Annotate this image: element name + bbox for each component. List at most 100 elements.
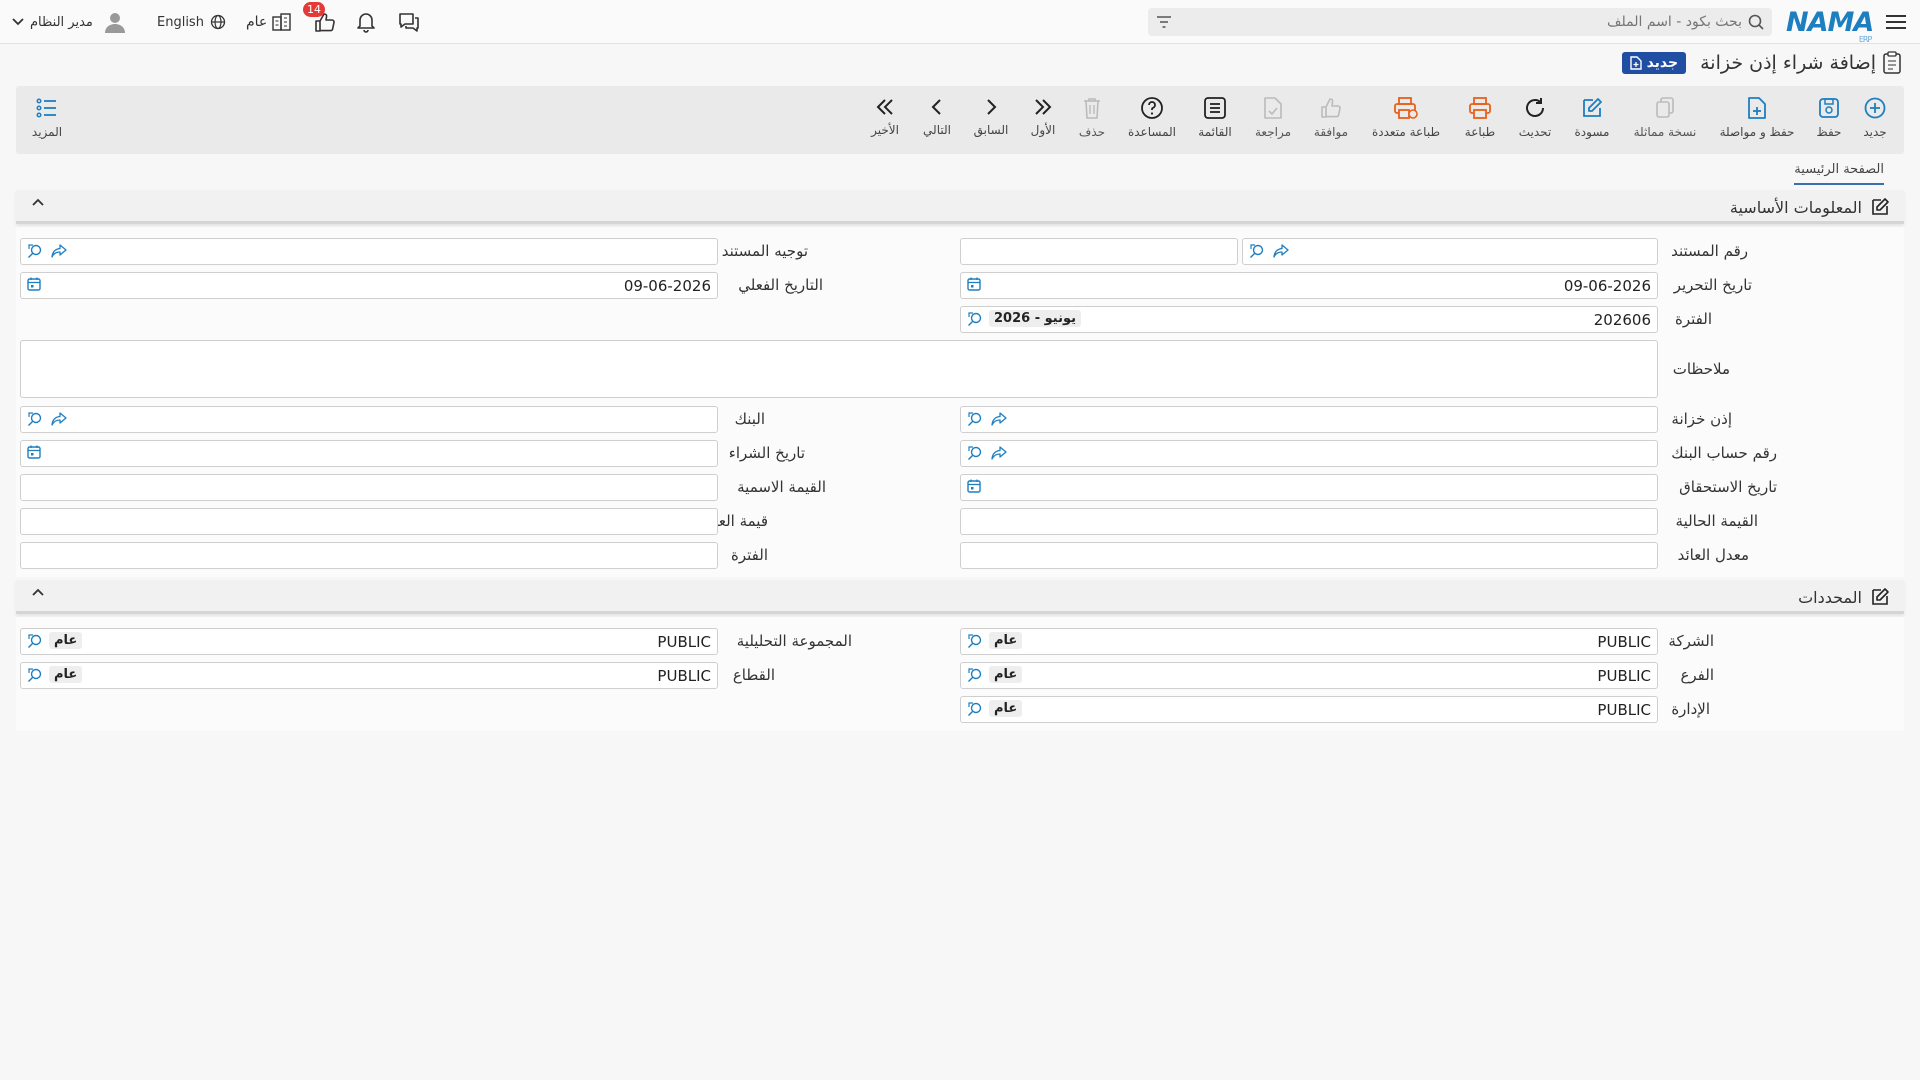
basic-info-header[interactable]: المعلومات الأساسية <box>16 190 1904 224</box>
branch-input[interactable]: PUBLIC عام <box>960 662 1658 689</box>
approvals-button[interactable]: 14 <box>303 0 336 44</box>
dimensions-header[interactable]: المحددات <box>16 580 1904 614</box>
company-tag: عام <box>989 632 1023 649</box>
calendar-icon[interactable] <box>27 445 41 459</box>
new-button-label: جديد <box>1863 125 1887 139</box>
previous-button[interactable]: السابق <box>961 96 1021 137</box>
share-icon[interactable] <box>991 446 1007 460</box>
filter-icon[interactable] <box>1156 15 1172 29</box>
calendar-icon[interactable] <box>27 277 41 291</box>
review-button[interactable]: مراجعة <box>1243 96 1303 139</box>
edit-date-value: 09-06-2026 <box>1563 277 1651 295</box>
more-button[interactable]: المزيد <box>17 96 77 139</box>
logo[interactable]: NAMA ERP <box>1786 0 1874 44</box>
share-icon[interactable] <box>51 412 67 426</box>
save-button[interactable]: حفظ <box>1799 96 1859 139</box>
doc-number-suffix-input[interactable] <box>960 238 1238 265</box>
purchase-date-input[interactable] <box>20 440 718 467</box>
notes-label: ملاحظات <box>1672 360 1730 378</box>
treasury-permit-input[interactable] <box>960 406 1658 433</box>
bank-input[interactable] <box>20 406 718 433</box>
multi-print-button[interactable]: طباعة متعددة <box>1372 96 1440 139</box>
sector-input[interactable]: PUBLIC عام <box>20 662 718 689</box>
department-value: PUBLIC <box>1597 701 1651 719</box>
share-icon[interactable] <box>1273 244 1289 258</box>
search-lookup-icon[interactable] <box>967 445 983 461</box>
term-input[interactable] <box>20 542 718 569</box>
file-plus-icon <box>1746 96 1768 120</box>
calendar-icon[interactable] <box>967 277 981 291</box>
list-bullets-icon <box>35 96 59 120</box>
review-button-label: مراجعة <box>1254 125 1292 139</box>
doc-number-input[interactable] <box>1242 238 1658 265</box>
menu-icon[interactable] <box>1884 0 1908 44</box>
company-value: PUBLIC <box>1597 633 1651 651</box>
help-icon <box>1140 96 1164 120</box>
yield-rate-input[interactable] <box>960 542 1658 569</box>
status-badge-label: جديد <box>1646 55 1679 71</box>
save-button-label: حفظ <box>1816 125 1842 139</box>
search-lookup-icon[interactable] <box>27 633 43 649</box>
present-value-input[interactable] <box>960 508 1658 535</box>
department-input[interactable]: PUBLIC عام <box>960 696 1658 723</box>
search-lookup-icon[interactable] <box>27 243 43 259</box>
search-lookup-icon[interactable] <box>967 633 983 649</box>
search-icon[interactable] <box>1748 14 1764 30</box>
yield-value-input[interactable] <box>20 508 718 535</box>
actual-date-input[interactable]: 09-06-2026 <box>20 272 718 299</box>
search-lookup-icon[interactable] <box>967 701 983 717</box>
save-icon <box>1817 96 1841 120</box>
search-lookup-icon[interactable] <box>967 311 983 327</box>
search-lookup-icon[interactable] <box>1249 243 1265 259</box>
search-lookup-icon[interactable] <box>27 411 43 427</box>
save-continue-button[interactable]: حفظ و مواصلة <box>1720 96 1794 139</box>
chevron-up-icon[interactable] <box>32 198 44 206</box>
tab-main[interactable]: الصفحة الرئيسية <box>1794 162 1884 185</box>
help-button[interactable]: المساعدة <box>1122 96 1182 139</box>
approve-button[interactable]: موافقة <box>1301 96 1361 139</box>
last-button[interactable]: الأخير <box>855 96 915 137</box>
user-menu[interactable]: مدير النظام <box>12 0 127 44</box>
period-tag: 2026 - يونيو <box>989 310 1082 327</box>
present-value-label: القيمة الحالية <box>1675 512 1758 530</box>
notes-textarea[interactable] <box>20 340 1658 398</box>
list-button[interactable]: القائمة <box>1185 96 1245 139</box>
share-icon[interactable] <box>51 244 67 258</box>
nominal-value-input[interactable] <box>20 474 718 501</box>
logo-subtext: ERP <box>1858 34 1872 44</box>
user-name: مدير النظام <box>30 14 93 30</box>
doc-direction-input[interactable] <box>20 238 718 265</box>
search-lookup-icon[interactable] <box>27 667 43 683</box>
save-continue-button-label: حفظ و مواصلة <box>1719 125 1795 139</box>
multi-print-button-label: طباعة متعددة <box>1372 125 1441 139</box>
duplicate-button-label: نسخة مماثلة <box>1633 125 1697 139</box>
print-button[interactable]: طباعة <box>1450 96 1510 139</box>
refresh-button[interactable]: تحديث <box>1505 96 1565 139</box>
scope-selector[interactable]: عام <box>246 0 292 44</box>
page-title: إضافة شراء إذن خزانة <box>1700 52 1876 74</box>
search-lookup-icon[interactable] <box>967 667 983 683</box>
more-button-label: المزيد <box>31 125 63 139</box>
chat-icon[interactable] <box>397 0 421 44</box>
sector-value: PUBLIC <box>657 667 711 685</box>
calendar-icon[interactable] <box>967 479 981 493</box>
trash-icon <box>1081 96 1103 120</box>
period-input[interactable]: 202606 2026 - يونيو <box>960 306 1658 333</box>
bank-account-input[interactable] <box>960 440 1658 467</box>
duplicate-button[interactable]: نسخة مماثلة <box>1633 96 1697 139</box>
language-switcher[interactable]: English <box>157 0 226 44</box>
search-input[interactable] <box>1178 14 1742 30</box>
avatar <box>103 10 127 34</box>
chevron-up-icon[interactable] <box>32 588 44 596</box>
company-input[interactable]: PUBLIC عام <box>960 628 1658 655</box>
search-lookup-icon[interactable] <box>967 411 983 427</box>
edit-date-input[interactable]: 09-06-2026 <box>960 272 1658 299</box>
analytic-group-input[interactable]: PUBLIC عام <box>20 628 718 655</box>
draft-button[interactable]: مسودة <box>1562 96 1622 139</box>
bell-icon[interactable] <box>356 0 376 44</box>
globe-icon <box>210 14 226 30</box>
due-date-input[interactable] <box>960 474 1658 501</box>
next-button[interactable]: التالي <box>907 96 967 137</box>
first-button[interactable]: الأول <box>1013 96 1073 137</box>
share-icon[interactable] <box>991 412 1007 426</box>
